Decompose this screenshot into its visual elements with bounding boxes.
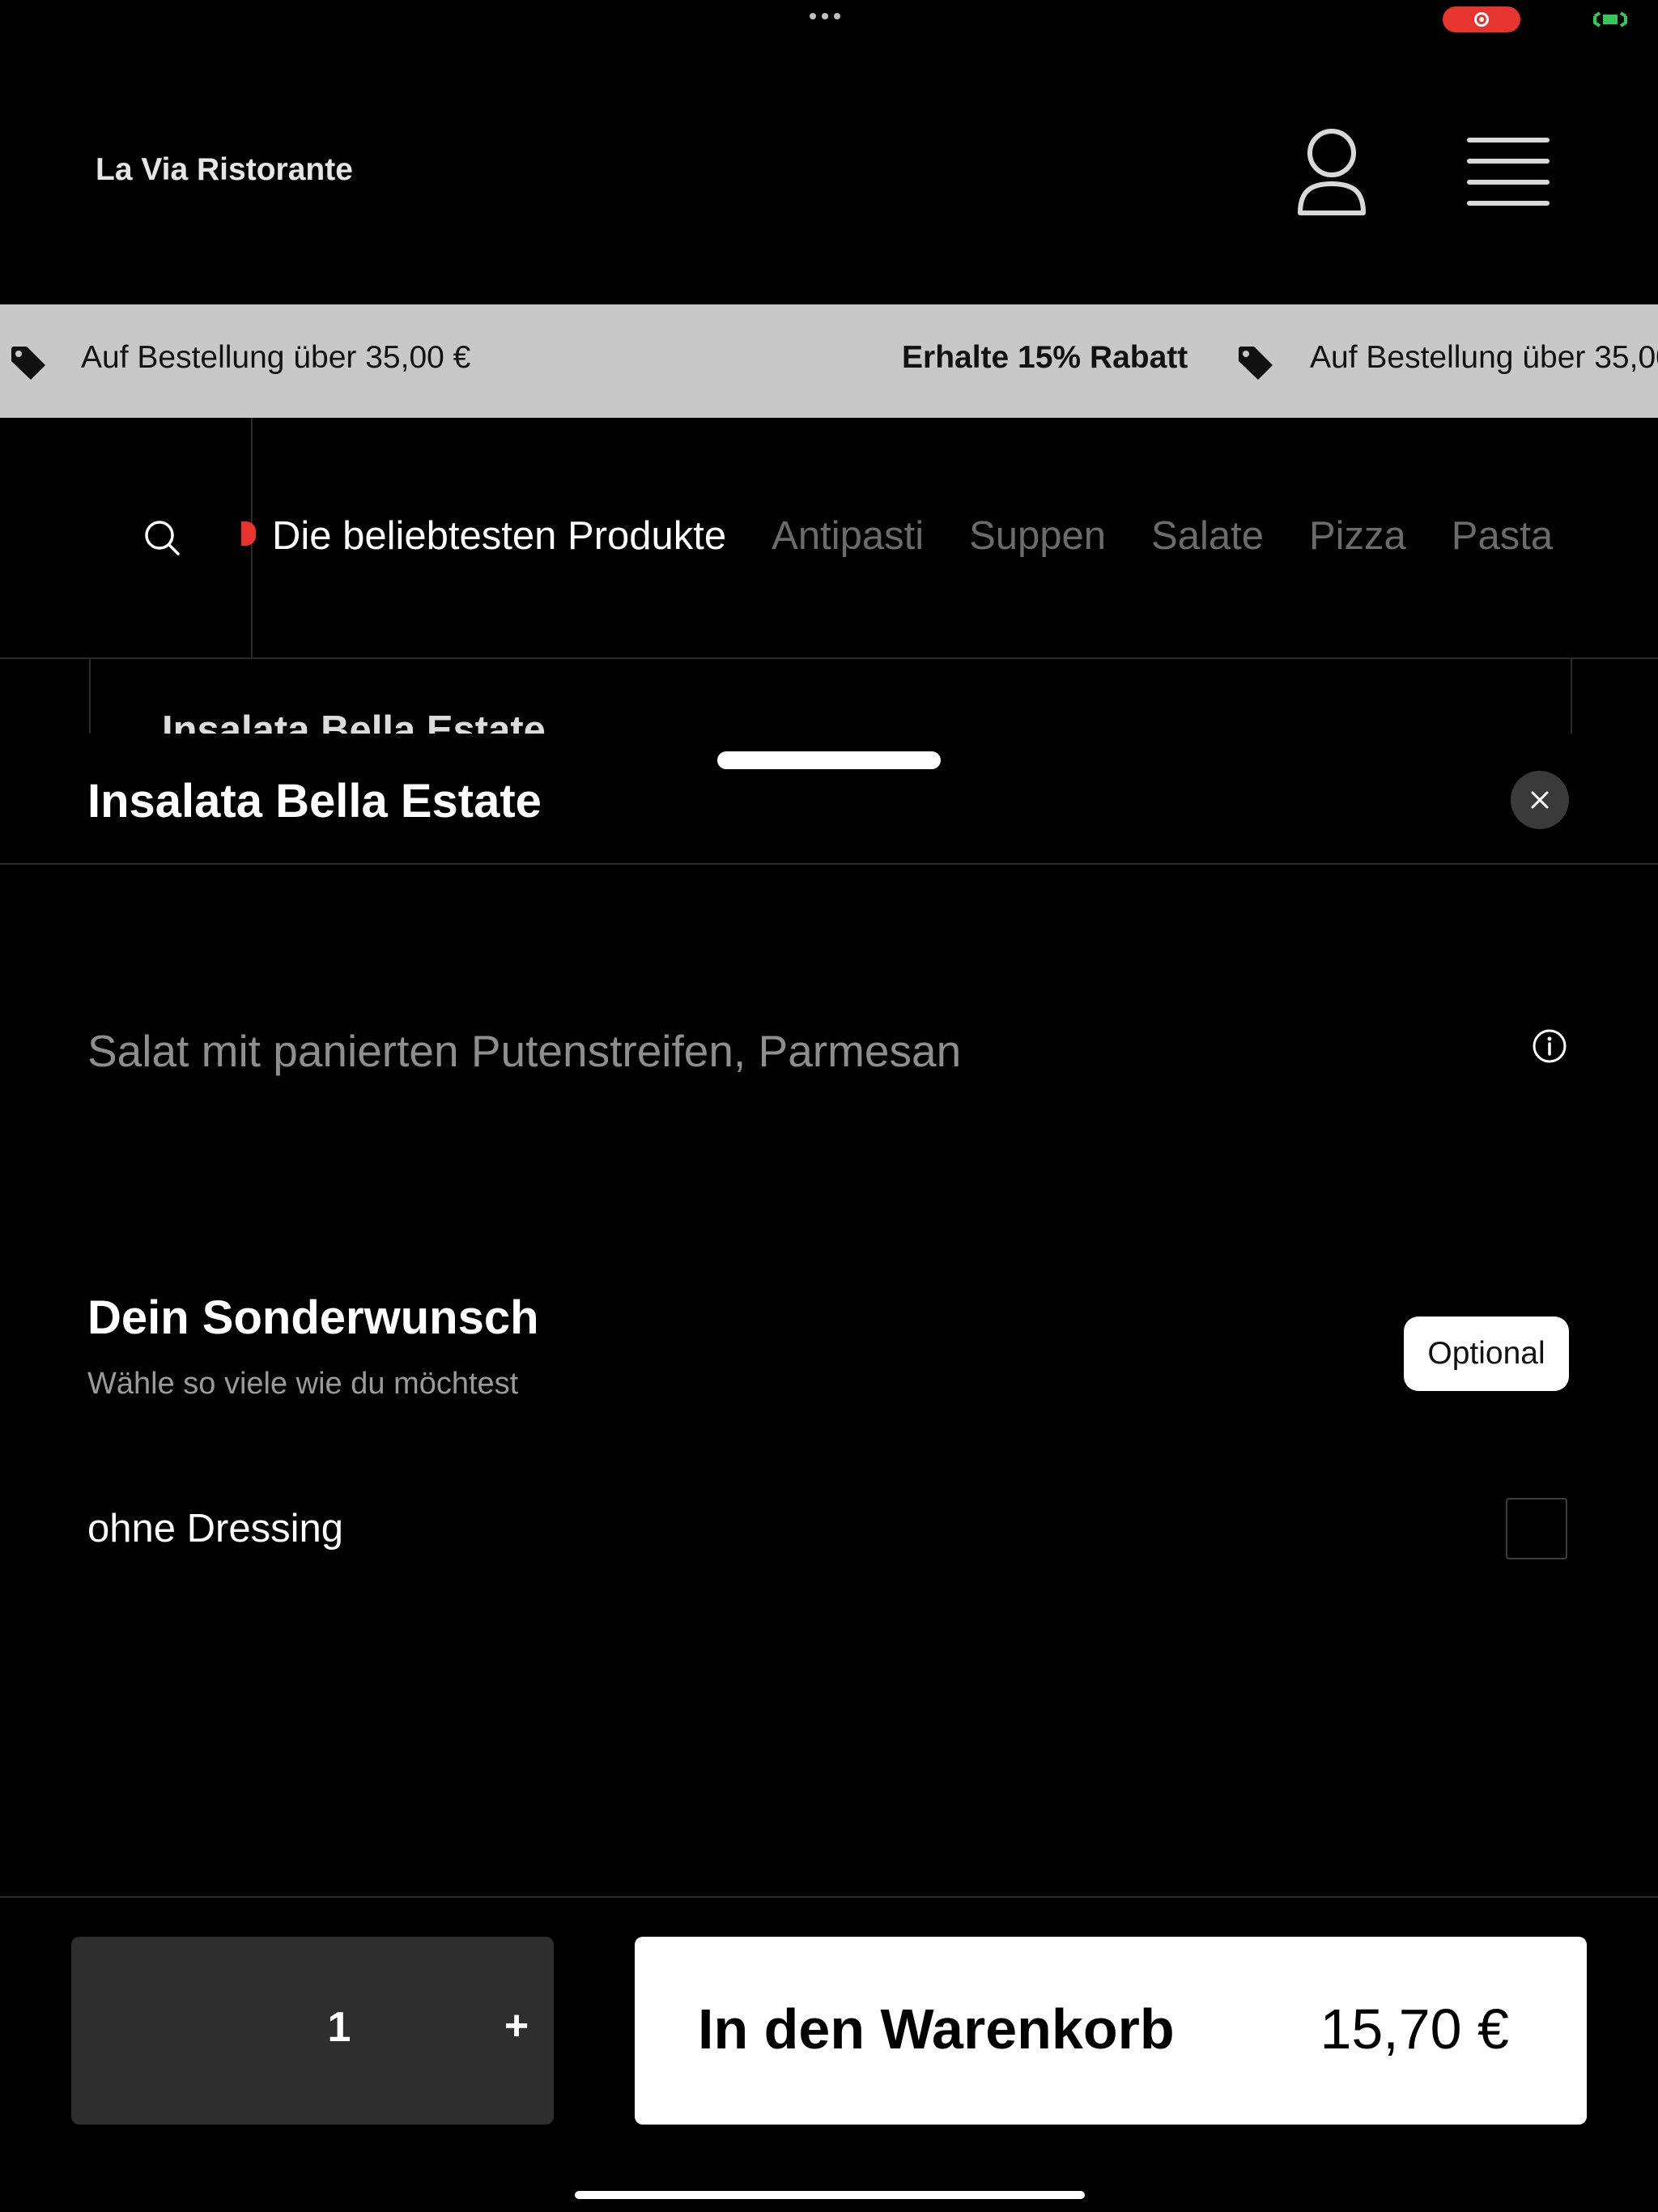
tab-salate[interactable]: Salate bbox=[1151, 513, 1264, 559]
tab-pasta[interactable]: Pasta bbox=[1452, 513, 1553, 559]
category-tabs: Die beliebtesten Produkte Antipasti Supp… bbox=[272, 513, 1553, 559]
home-indicator[interactable] bbox=[575, 2191, 1085, 2199]
search-button[interactable] bbox=[0, 418, 253, 657]
more-dots-icon[interactable] bbox=[810, 13, 840, 19]
search-icon[interactable] bbox=[142, 518, 181, 557]
promo-text: Auf Bestellung über 35,00 € bbox=[81, 340, 471, 375]
quantity-value: 1 bbox=[327, 2004, 351, 2051]
promo-text: Auf Bestellung über 35,00 € bbox=[1310, 340, 1658, 375]
category-nav: Die beliebtesten Produkte Antipasti Supp… bbox=[0, 418, 1658, 659]
tab-antipasti[interactable]: Antipasti bbox=[772, 513, 924, 559]
active-category-marker bbox=[241, 521, 256, 546]
close-icon bbox=[1531, 791, 1549, 809]
sheet-grabber[interactable] bbox=[717, 751, 941, 769]
user-icon[interactable] bbox=[1295, 125, 1368, 219]
price-tag-icon bbox=[11, 347, 45, 380]
option-label[interactable]: ohne Dressing bbox=[87, 1506, 343, 1551]
product-card-title: Insalata Bella Estate bbox=[162, 708, 546, 737]
add-to-cart-label: In den Warenkorb bbox=[698, 1997, 1175, 2061]
options-group-subtitle: Wähle so viele wie du möchtest bbox=[87, 1367, 519, 1401]
optional-badge: Optional bbox=[1404, 1317, 1569, 1391]
promo-banner: Auf Bestellung über 35,00 € Erhalte 15% … bbox=[0, 304, 1658, 418]
screen-cast-icon bbox=[1593, 11, 1627, 28]
quantity-stepper: 1 + bbox=[71, 1937, 554, 2125]
divider bbox=[0, 863, 1658, 865]
close-button[interactable] bbox=[1511, 771, 1569, 829]
tab-suppen[interactable]: Suppen bbox=[969, 513, 1106, 559]
sheet-title: Insalata Bella Estate bbox=[87, 775, 542, 827]
tab-popular[interactable]: Die beliebtesten Produkte bbox=[272, 513, 726, 559]
option-checkbox[interactable] bbox=[1506, 1498, 1567, 1559]
tab-pizza[interactable]: Pizza bbox=[1309, 513, 1406, 559]
product-description: Salat mit panierten Putenstreifen, Parme… bbox=[87, 1026, 962, 1076]
price-tag-icon bbox=[1239, 347, 1273, 380]
add-to-cart-button[interactable]: In den Warenkorb 15,70 € bbox=[635, 1937, 1587, 2125]
hamburger-menu-icon[interactable] bbox=[1467, 136, 1550, 207]
cart-price: 15,70 € bbox=[1320, 1997, 1509, 2061]
increment-button[interactable]: + bbox=[492, 2001, 541, 2050]
record-icon bbox=[1443, 6, 1520, 32]
brand-title[interactable]: La Via Ristorante bbox=[96, 152, 353, 188]
promo-highlight: Erhalte 15% Rabatt bbox=[902, 340, 1188, 375]
divider bbox=[0, 1896, 1658, 1898]
info-icon[interactable] bbox=[1532, 1028, 1567, 1064]
options-group-title: Dein Sonderwunsch bbox=[87, 1291, 539, 1344]
product-card: Insalata Bella Estate bbox=[89, 659, 1572, 737]
